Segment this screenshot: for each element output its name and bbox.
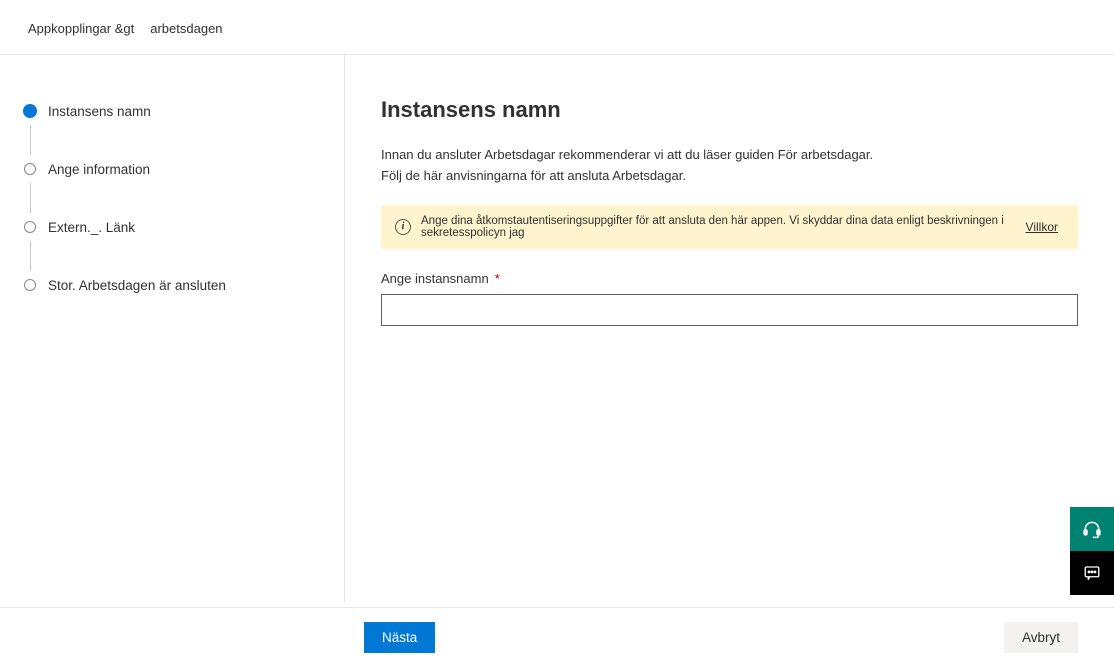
step-circle-icon	[24, 279, 36, 291]
instance-name-label: Ange instansnamn	[381, 271, 489, 286]
breadcrumb-item-2[interactable]: arbetsdagen	[150, 21, 222, 36]
required-indicator: *	[495, 271, 500, 286]
main-content: Instansens namn Innan du ansluter Arbets…	[345, 55, 1114, 602]
step-connector	[30, 241, 31, 271]
instance-name-input[interactable]	[381, 294, 1078, 326]
chat-icon	[1083, 564, 1101, 582]
page-title: Instansens namn	[381, 97, 1078, 123]
next-button[interactable]: Nästa	[364, 622, 435, 653]
footer-bar: Nästa Avbryt	[0, 607, 1114, 667]
step-instance-name[interactable]: Instansens namn	[24, 97, 344, 125]
support-button[interactable]	[1070, 507, 1114, 551]
floating-actions	[1070, 507, 1114, 595]
desc-line-1: Innan du ansluter Arbetsdagar rekommende…	[381, 145, 1078, 166]
desc-line-2: Följ de här anvisningarna för att anslut…	[381, 166, 1078, 187]
step-external-link[interactable]: Extern._. Länk	[24, 213, 344, 241]
terms-link[interactable]: Villkor	[1026, 220, 1058, 234]
page-description: Innan du ansluter Arbetsdagar rekommende…	[381, 145, 1078, 187]
step-label: Ange information	[48, 162, 150, 177]
steps-sidebar: Instansens namn Ange information Extern.…	[0, 55, 345, 602]
headset-icon	[1082, 519, 1102, 539]
breadcrumb-item-1[interactable]: Appkopplingar &gt	[28, 21, 134, 36]
step-circle-active-icon	[23, 104, 37, 118]
step-enter-info[interactable]: Ange information	[24, 155, 344, 183]
info-banner: i Ange dina åtkomstautentiseringsuppgift…	[381, 205, 1078, 249]
feedback-button[interactable]	[1070, 551, 1114, 595]
banner-text: Ange dina åtkomstautentiseringsuppgifter…	[421, 215, 1016, 239]
breadcrumb: Appkopplingar &gt arbetsdagen	[0, 0, 1114, 54]
step-connector	[30, 125, 31, 155]
step-label: Extern._. Länk	[48, 220, 135, 235]
info-icon: i	[395, 219, 411, 235]
step-label: Instansens namn	[48, 104, 151, 119]
step-label: Stor. Arbetsdagen är ansluten	[48, 278, 226, 293]
step-circle-icon	[24, 163, 36, 175]
step-circle-icon	[24, 221, 36, 233]
step-connected[interactable]: Stor. Arbetsdagen är ansluten	[24, 271, 344, 299]
cancel-button[interactable]: Avbryt	[1004, 622, 1078, 653]
step-connector	[30, 183, 31, 213]
